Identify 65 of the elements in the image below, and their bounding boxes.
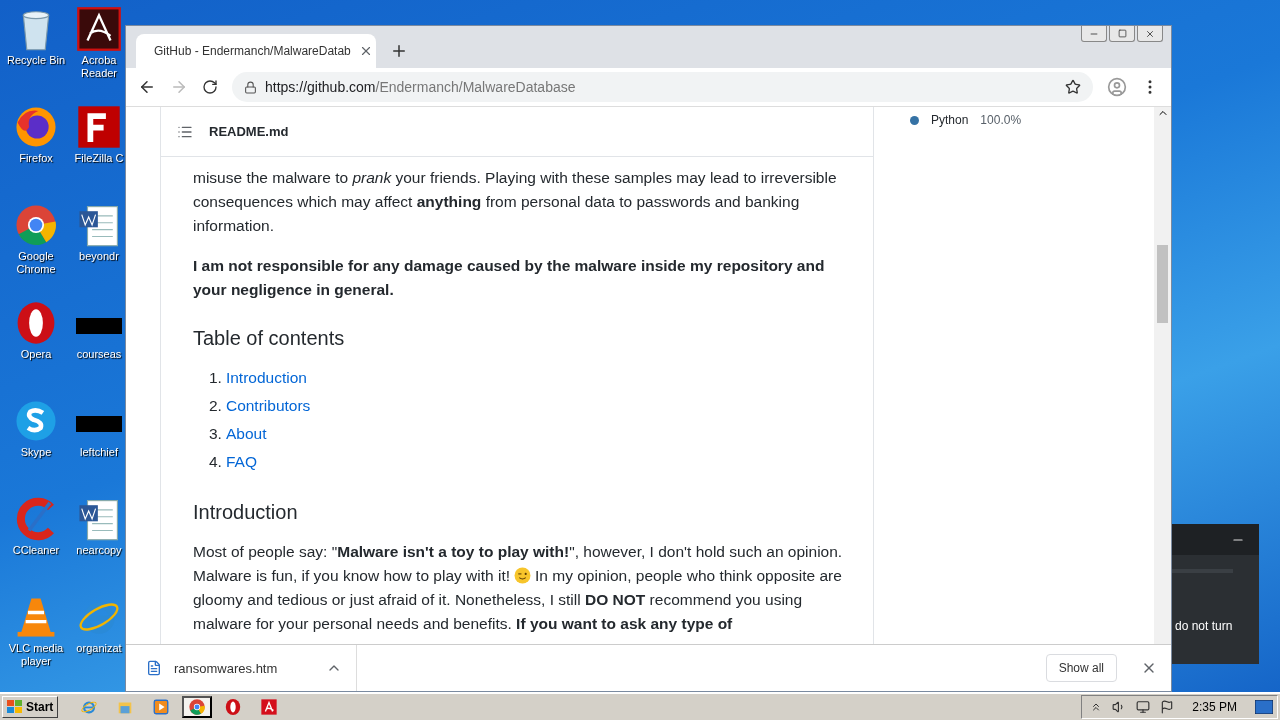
toc-link[interactable]: Introduction <box>225 366 307 390</box>
winking-emoji-icon <box>514 567 532 584</box>
desktop-icon-label[interactable]: Opera <box>1 348 71 361</box>
url-text: https://github.com/Endermanch/MalwareDatabase <box>265 79 577 95</box>
section-heading: Table of contents <box>193 326 346 351</box>
new-tab-icon[interactable] <box>390 42 408 60</box>
download-file-name: ransomwares.htm <box>174 660 279 676</box>
toc-link[interactable]: FAQ <box>225 450 257 474</box>
restore-button[interactable] <box>1109 26 1135 42</box>
lock-icon <box>244 80 257 94</box>
minimize-button[interactable] <box>1081 26 1107 42</box>
acrobat-icon <box>76 6 122 52</box>
list-number: 3. <box>209 424 222 444</box>
close-icon <box>1145 28 1155 39</box>
notification-text: do not turn <box>1175 619 1234 633</box>
desktop-icon-label[interactable]: Firefox <box>1 152 71 165</box>
desktop-icon-label[interactable]: Google Chrome <box>1 250 71 276</box>
desktop-icon-label[interactable]: leftchief <box>72 446 126 459</box>
toc-link[interactable]: Contributors <box>225 394 311 418</box>
desktop-icon-label[interactable]: nearcopy <box>72 544 126 557</box>
close-button[interactable] <box>1137 26 1163 42</box>
list-number: 2. <box>209 396 222 416</box>
language-name: Python <box>931 113 969 127</box>
windows-logo-icon <box>7 700 23 714</box>
desktop-icon-label[interactable]: Skype <box>1 446 71 459</box>
download-item[interactable]: ransomwares.htm <box>146 645 357 691</box>
star-icon[interactable] <box>1065 79 1081 95</box>
profile-icon[interactable] <box>1107 77 1127 97</box>
network-icon[interactable] <box>1136 700 1151 714</box>
list-number: 4. <box>209 452 222 472</box>
desktop-icon-label[interactable]: courseas <box>72 348 126 361</box>
reload-icon[interactable] <box>202 79 218 95</box>
restore-icon <box>1117 29 1127 38</box>
scrollbar[interactable] <box>1154 107 1171 644</box>
section-heading: Introduction <box>193 500 299 525</box>
paragraph: misuse the malware to prank your friends. Playing with these samples may lead to irreversible consequences which may affect anything from personal data to passwords and banking information. <box>193 168 838 236</box>
filezilla-icon <box>76 104 122 150</box>
language-percent: 100.0% <box>980 113 1022 127</box>
chrome-icon <box>188 698 207 716</box>
media-player-icon <box>152 698 171 716</box>
readme-title: README.md <box>209 124 289 139</box>
desktop-icon-label[interactable]: FileZilla C <box>72 152 126 165</box>
address-bar[interactable]: https://github.com/Endermanch/MalwareDatabase <box>232 72 1093 102</box>
desktop-icon-label[interactable]: Recycle Bin <box>1 54 71 67</box>
list-number: 1. <box>209 368 222 388</box>
desktop-icon-label[interactable]: organizat <box>72 642 126 655</box>
opera-icon <box>224 698 243 716</box>
scrollbar-thumb[interactable] <box>1157 245 1168 323</box>
disclaimer-text: I am not responsible for any damage caused by the malware inside my repository and your negligence in general. <box>193 256 826 300</box>
tab-title: GitHub - Endermanch/MalwareDatab <box>154 44 351 58</box>
desktop-icon-label[interactable]: Acroba Reader <box>72 54 126 80</box>
desktop-icon-label[interactable]: CCleaner <box>1 544 71 557</box>
show-all-button[interactable]: Show all <box>1045 654 1117 682</box>
avira-icon <box>260 698 279 716</box>
toc-link[interactable]: About <box>225 422 267 446</box>
desktop-icon-label[interactable]: beyondr <box>72 250 126 263</box>
clock[interactable]: 2:35 PM <box>1192 700 1237 714</box>
taskbar-app[interactable] <box>182 696 213 718</box>
browser-tab[interactable]: GitHub - Endermanch/MalwareDatab <box>136 34 376 68</box>
paragraph: Most of people say: "Malware isn't a toy to play with!", however, I don't hold such an opinion. Malware is fun, if you know how to play with it! In my opinion, people who think opposite are gloomy and tedious or just afraid of it. Nonetheless, I still DO NOT recommend you using malware for your personal needs and benefits. If you want to ask any type of <box>193 542 844 634</box>
chrome-icon <box>13 202 59 248</box>
back-icon[interactable] <box>138 78 156 96</box>
flag-icon[interactable] <box>1160 700 1175 714</box>
desktop-icon-label[interactable]: VLC media player <box>1 642 71 668</box>
start-button[interactable]: Start <box>2 696 59 718</box>
